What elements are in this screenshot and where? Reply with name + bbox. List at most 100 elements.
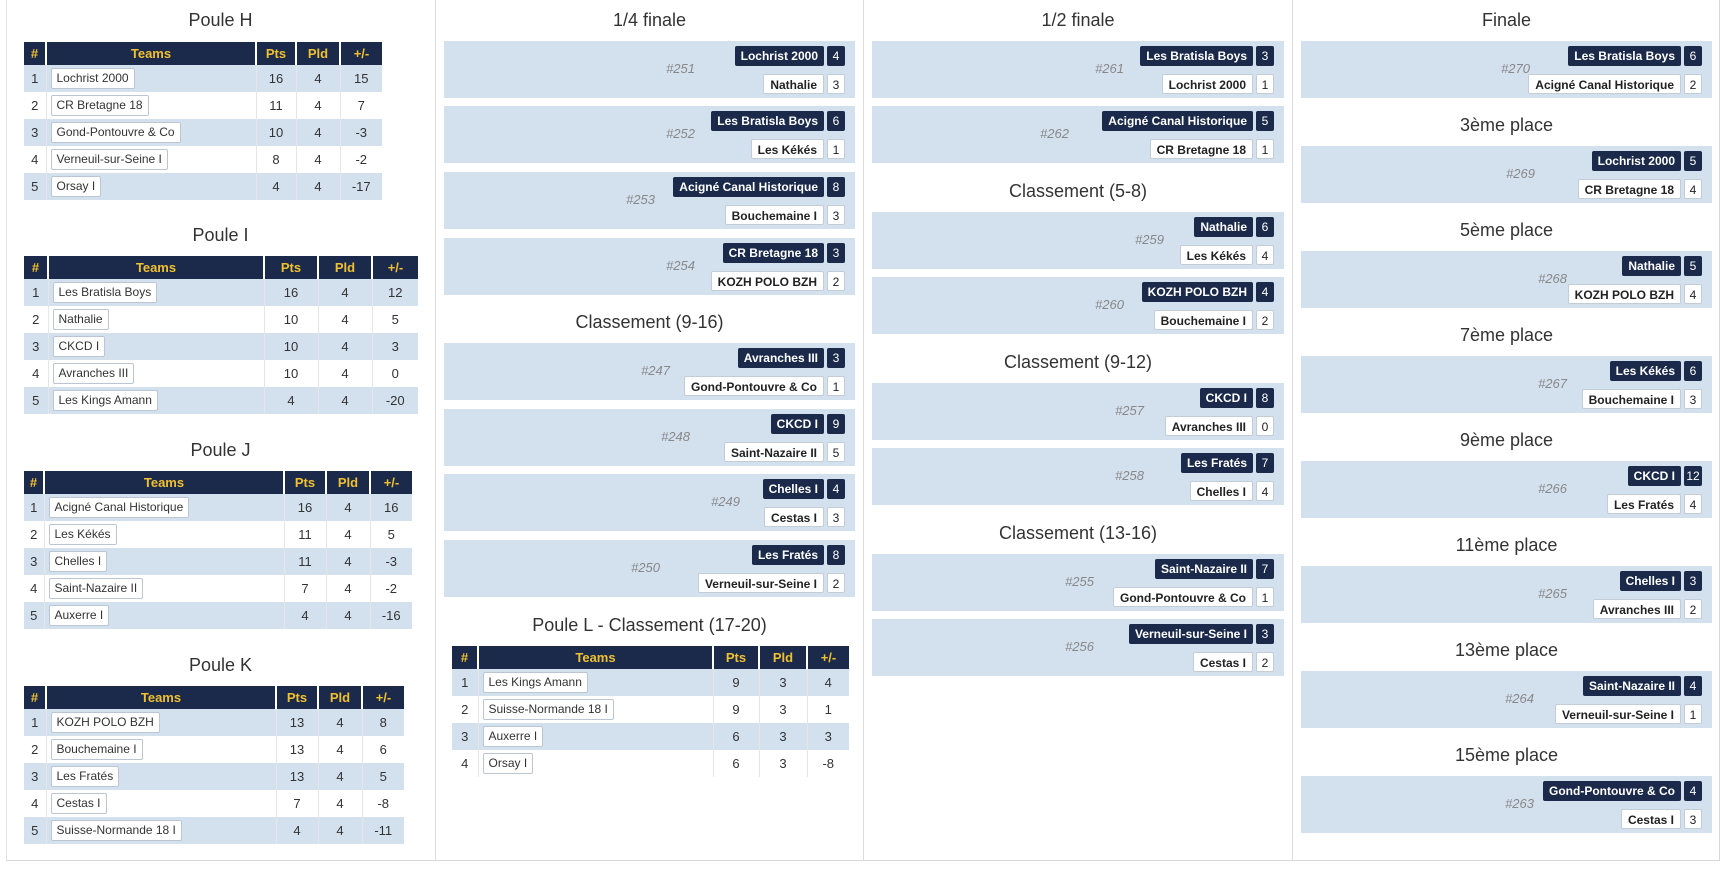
winner-team-name[interactable]: Les Bratisla Boys	[1140, 46, 1253, 66]
match-card[interactable]: #261 Les Bratisla Boys 3 Lochrist 2000 1	[872, 41, 1284, 98]
loser-team-name[interactable]: CR Bretagne 18	[1577, 179, 1681, 199]
team-link[interactable]: Saint-Nazaire II	[48, 578, 144, 599]
winner-team-name[interactable]: Les Bratisla Boys	[711, 111, 824, 131]
winner-team-name[interactable]: CKCD I	[1627, 466, 1681, 486]
match-card[interactable]: #263 Gond-Pontouvre & Co 4 Cestas I3	[1301, 776, 1712, 833]
loser-team-name[interactable]: Gond-Pontouvre & Co	[684, 376, 824, 396]
match-card[interactable]: #251 Lochrist 2000 4 Nathalie 3	[444, 41, 855, 98]
match-card[interactable]: #249 Chelles I 4 Cestas I3	[444, 474, 855, 531]
winner-team-name[interactable]: Les Bratisla Boys	[1568, 46, 1681, 66]
loser-team-name[interactable]: Chelles I	[1189, 481, 1253, 501]
match-card[interactable]: #256 Verneuil-sur-Seine I 3 Cestas I2	[872, 619, 1284, 676]
team-link[interactable]: CR Bretagne 18	[50, 95, 149, 116]
team-link[interactable]: CKCD I	[52, 336, 106, 357]
team-link[interactable]: Gond-Pontouvre & Co	[50, 122, 181, 143]
loser-team-name[interactable]: KOZH POLO BZH	[1567, 284, 1681, 304]
winner-team-name[interactable]: Gond-Pontouvre & Co	[1543, 781, 1681, 801]
match-card[interactable]: #258 Les Fratés 7 Chelles I4	[872, 448, 1284, 505]
team-link[interactable]: Orsay I	[482, 753, 534, 774]
winner-team-name[interactable]: Les Fratés	[1180, 453, 1253, 473]
section-title: Poule J	[190, 440, 251, 460]
match-card[interactable]: #264 Saint-Nazaire II 4 Verneuil-sur-Seine …	[1301, 671, 1712, 728]
loser-team-name[interactable]: Cestas I	[763, 507, 824, 527]
loser-team-name[interactable]: Saint-Nazaire II	[723, 442, 824, 462]
winner-team-name[interactable]: KOZH POLO BZH	[1141, 282, 1253, 302]
loser-team-name[interactable]: Cestas I	[1620, 809, 1681, 829]
winner-team-name[interactable]: Lochrist 2000	[1591, 151, 1681, 171]
match-card[interactable]: #257 CKCD I 8 Avranches III 0	[872, 383, 1284, 440]
match-card[interactable]: #252 Les Bratisla Boys 6 Les Kékés 1	[444, 106, 855, 163]
winner-team-name[interactable]: Saint-Nazaire II	[1154, 559, 1253, 579]
match-card[interactable]: #260 KOZH POLO BZH 4 Bouchemaine I2	[872, 277, 1284, 334]
team-link[interactable]: Auxerre I	[482, 726, 544, 747]
match-card[interactable]: #247 Avranches III 3 Gond-Pontouvre & Co 1	[444, 343, 855, 400]
loser-team-name[interactable]: Bouchemaine I	[724, 205, 824, 225]
loser-team-name[interactable]: CR Bretagne 18	[1149, 139, 1253, 159]
loser-team-name[interactable]: Les Kékés	[1179, 245, 1253, 265]
match-card[interactable]: #268 Nathalie 5 KOZH POLO BZH 4	[1301, 251, 1712, 308]
team-link[interactable]: Suisse-Normande 18 I	[482, 699, 614, 720]
team-link[interactable]: Orsay I	[50, 176, 102, 197]
winner-team-name[interactable]: Nathalie	[1622, 256, 1681, 276]
loser-team-name[interactable]: KOZH POLO BZH	[710, 271, 824, 291]
loser-team-name[interactable]: Gond-Pontouvre & Co	[1113, 587, 1253, 607]
team-link[interactable]: Les Kings Amann	[482, 672, 588, 693]
team-link[interactable]: Verneuil-sur-Seine I	[50, 149, 168, 170]
winner-team-name[interactable]: CKCD I	[770, 414, 824, 434]
winner-team-name[interactable]: Les Kékés	[1609, 361, 1681, 381]
match-card[interactable]: #270 Les Bratisla Boys 6 Acigné Canal Histo…	[1301, 41, 1712, 98]
match-card[interactable]: #259 Nathalie 6 Les Kékés 4	[872, 212, 1284, 269]
loser-team-name[interactable]: Les Kékés	[750, 139, 824, 159]
match-card[interactable]: #265 Chelles I 3 Avranches III 2	[1301, 566, 1712, 623]
loser-team-name[interactable]: Nathalie	[763, 74, 824, 94]
winner-team-name[interactable]: CR Bretagne 18	[722, 243, 824, 263]
loser-team-name[interactable]: Bouchemaine I	[1153, 310, 1253, 330]
match-card[interactable]: #255 Saint-Nazaire II 7 Gond-Pontouvre & Co…	[872, 554, 1284, 611]
loser-team-name[interactable]: Lochrist 2000	[1161, 74, 1253, 94]
loser-team-name[interactable]: Avranches III	[1592, 599, 1681, 619]
winner-team-name[interactable]: Nathalie	[1194, 217, 1253, 237]
loser-team-name[interactable]: Verneuil-sur-Seine I	[1554, 704, 1681, 724]
match-card[interactable]: #254 CR Bretagne 18 3 KOZH POLO BZH 2	[444, 238, 855, 295]
match-card[interactable]: #266 CKCD I 12 Les Fratés 4	[1301, 461, 1712, 518]
loser-team-name[interactable]: Cestas I	[1192, 652, 1253, 672]
table-row: 1 Acigné Canal Historique 16 4 16	[24, 494, 412, 521]
section-title: Classement (5-8)	[1008, 181, 1148, 201]
team-link[interactable]: Avranches III	[52, 363, 135, 384]
team-link[interactable]: KOZH POLO BZH	[50, 712, 160, 733]
winner-team-name[interactable]: Acigné Canal Historique	[673, 177, 824, 197]
match-card[interactable]: #248 CKCD I 9 Saint-Nazaire II 5	[444, 409, 855, 466]
team-link[interactable]: Nathalie	[52, 309, 109, 330]
match-card[interactable]: #253 Acigné Canal Historique 8 Bouchemaine …	[444, 172, 855, 229]
team-link[interactable]: Bouchemaine I	[50, 739, 143, 760]
team-link[interactable]: Acigné Canal Historique	[48, 497, 190, 518]
winner-team-name[interactable]: Lochrist 2000	[734, 46, 824, 66]
team-link[interactable]: Chelles I	[48, 551, 108, 572]
loser-team-name[interactable]: Bouchemaine I	[1581, 389, 1681, 409]
loser-team-name[interactable]: Acigné Canal Historique	[1528, 74, 1681, 94]
winner-team-name[interactable]: CKCD I	[1199, 388, 1253, 408]
loser-line: Bouchemaine I3	[724, 204, 845, 226]
team-link[interactable]: Les Fratés	[50, 766, 120, 787]
winner-team-name[interactable]: Saint-Nazaire II	[1582, 676, 1681, 696]
winner-team-name[interactable]: Chelles I	[762, 479, 824, 499]
team-link[interactable]: Cestas I	[50, 793, 107, 814]
loser-team-name[interactable]: Avranches III	[1164, 416, 1253, 436]
winner-team-name[interactable]: Verneuil-sur-Seine I	[1128, 624, 1253, 644]
team-link[interactable]: Les Kékés	[48, 524, 117, 545]
loser-team-name[interactable]: Les Fratés	[1606, 494, 1681, 514]
team-link[interactable]: Suisse-Normande 18 I	[50, 820, 182, 841]
match-card[interactable]: #267 Les Kékés 6 Bouchemaine I3	[1301, 356, 1712, 413]
team-link[interactable]: Auxerre I	[48, 605, 110, 626]
match-card[interactable]: #250 Les Fratés 8 Verneuil-sur-Seine I2	[444, 540, 855, 597]
winner-team-name[interactable]: Chelles I	[1619, 571, 1681, 591]
team-link[interactable]: Les Kings Amann	[52, 390, 158, 411]
winner-team-name[interactable]: Les Fratés	[751, 545, 824, 565]
winner-team-name[interactable]: Acigné Canal Historique	[1102, 111, 1253, 131]
loser-team-name[interactable]: Verneuil-sur-Seine I	[697, 573, 824, 593]
match-card[interactable]: #269 Lochrist 2000 5 CR Bretagne 18 4	[1301, 146, 1712, 203]
team-link[interactable]: Lochrist 2000	[50, 68, 135, 89]
match-card[interactable]: #262 Acigné Canal Historique 5 CR Bretagne …	[872, 106, 1284, 163]
team-link[interactable]: Les Bratisla Boys	[52, 282, 158, 303]
winner-team-name[interactable]: Avranches III	[737, 348, 824, 368]
